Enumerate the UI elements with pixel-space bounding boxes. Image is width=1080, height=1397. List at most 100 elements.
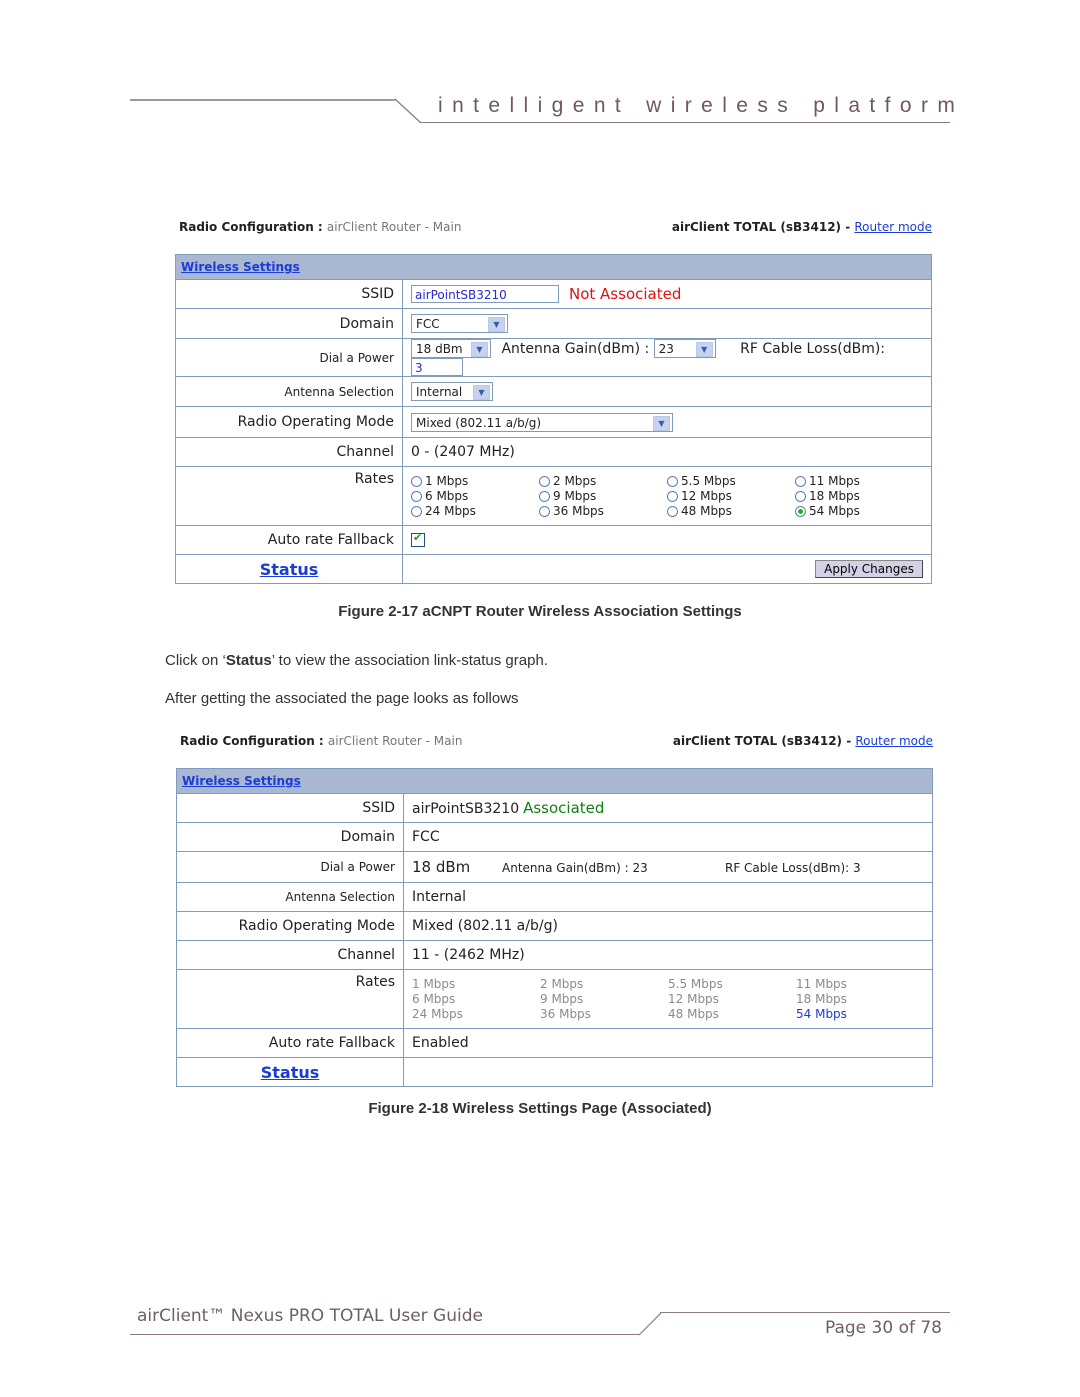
- wireless-settings-link[interactable]: Wireless Settings: [181, 260, 300, 274]
- status-link[interactable]: Status: [260, 560, 319, 579]
- header-word: wireless: [646, 94, 798, 117]
- power-select[interactable]: 18 dBm ▼: [411, 339, 491, 358]
- wireless-settings-link[interactable]: Wireless Settings: [182, 774, 301, 788]
- antenna-select[interactable]: Internal ▼: [411, 382, 493, 401]
- rate-label: 24 Mbps: [425, 504, 476, 518]
- figure-caption: Figure 2-17 aCNPT Router Wireless Associ…: [338, 603, 742, 620]
- rate-label: 9 Mbps: [553, 489, 597, 503]
- channel-label: Channel: [176, 940, 404, 970]
- antenna-label: Antenna Selection: [175, 376, 403, 407]
- ssid-input[interactable]: airPointSB3210: [411, 285, 559, 303]
- device-info: airClient TOTAL (sB3412) - Router mode: [673, 734, 933, 748]
- mode-value: Mixed (802.11 a/b/g): [416, 415, 542, 430]
- rate-label: 5.5 Mbps: [668, 977, 723, 991]
- mode-label: Radio Operating Mode: [175, 406, 403, 438]
- rate-option[interactable]: 6 Mbps: [411, 489, 539, 503]
- rate-label: 54 Mbps: [809, 504, 860, 518]
- chevron-down-icon: ▼: [488, 317, 505, 332]
- rate-option: 1 Mbps: [412, 977, 540, 991]
- domain-value: FCC: [403, 822, 933, 852]
- antenna-gain-select[interactable]: 23 ▼: [653, 339, 716, 358]
- radio-icon[interactable]: [667, 490, 678, 502]
- rate-label: 18 Mbps: [809, 489, 860, 503]
- footer-rule-left: [130, 1334, 640, 1335]
- rate-option[interactable]: 36 Mbps: [539, 504, 667, 518]
- fallback-label: Auto rate Fallback: [176, 1028, 404, 1058]
- figure-2-18-screenshot: Radio Configuration : airClient Router -…: [176, 730, 933, 1087]
- rate-option: 9 Mbps: [540, 992, 668, 1006]
- rate-option[interactable]: 5.5 Mbps: [667, 474, 795, 488]
- rate-label: 12 Mbps: [681, 489, 732, 503]
- radio-icon[interactable]: [539, 475, 550, 487]
- rates-label: Rates: [175, 466, 403, 526]
- radio-icon[interactable]: [539, 505, 550, 517]
- body-paragraph: After getting the associated the page lo…: [165, 690, 519, 707]
- header-word: platform: [813, 94, 965, 117]
- rate-option[interactable]: 18 Mbps: [795, 489, 923, 503]
- rate-label: 6 Mbps: [425, 489, 469, 503]
- rate-option[interactable]: 48 Mbps: [667, 504, 795, 518]
- config-topbar: Radio Configuration : airClient Router -…: [175, 216, 932, 254]
- apply-changes-button[interactable]: Apply Changes: [815, 560, 923, 578]
- rate-option[interactable]: 1 Mbps: [411, 474, 539, 488]
- antenna-value: Internal: [416, 385, 463, 399]
- radio-icon[interactable]: [411, 475, 422, 487]
- status-link[interactable]: Status: [261, 1063, 320, 1082]
- rate-option[interactable]: 11 Mbps: [795, 474, 923, 488]
- router-mode-link[interactable]: Router mode: [855, 734, 933, 748]
- fallback-label: Auto rate Fallback: [175, 525, 403, 555]
- rates-label: Rates: [176, 969, 404, 1029]
- ssid-value: airPointSB3210: [412, 801, 520, 817]
- paragraph-text: ’ to view the association link-status gr…: [271, 652, 548, 669]
- rate-option[interactable]: 9 Mbps: [539, 489, 667, 503]
- rate-option: 54 Mbps: [796, 1007, 924, 1021]
- rate-option: 2 Mbps: [540, 977, 668, 991]
- cable-loss-input[interactable]: 3: [411, 358, 463, 376]
- breadcrumb-page: airClient Router - Main: [327, 734, 463, 748]
- rates-radio-group: 1 Mbps 2 Mbps 5.5 Mbps 11 Mbps 6 Mbps 9 Mbps 1…: [411, 470, 923, 522]
- rate-option[interactable]: 12 Mbps: [667, 489, 795, 503]
- rate-label: 11 Mbps: [809, 474, 860, 488]
- domain-select[interactable]: FCC ▼: [411, 314, 508, 333]
- rate-option: 48 Mbps: [668, 1007, 796, 1021]
- breadcrumb-separator: :: [314, 734, 328, 748]
- rate-option[interactable]: 54 Mbps: [795, 504, 923, 518]
- rate-option[interactable]: 2 Mbps: [539, 474, 667, 488]
- rate-label: 2 Mbps: [540, 977, 584, 991]
- antenna-value: Internal: [403, 882, 933, 912]
- radio-icon[interactable]: [667, 475, 678, 487]
- footer-rule-right: [660, 1312, 950, 1313]
- mode-label: Radio Operating Mode: [176, 911, 404, 941]
- rate-label: 18 Mbps: [796, 992, 847, 1006]
- antenna-gain-value: Antenna Gain(dBm) : 23: [502, 861, 648, 875]
- radio-icon[interactable]: [667, 505, 678, 517]
- radio-icon[interactable]: [411, 505, 422, 517]
- breadcrumb-page: airClient Router - Main: [326, 220, 462, 234]
- mode-select[interactable]: Mixed (802.11 a/b/g) ▼: [411, 412, 673, 432]
- rate-option: 12 Mbps: [668, 992, 796, 1006]
- wireless-settings-table: Wireless Settings SSID airPointSB3210 Not…: [175, 254, 932, 584]
- radio-icon[interactable]: [795, 475, 806, 487]
- ssid-label: SSID: [176, 793, 404, 823]
- rate-label: 36 Mbps: [553, 504, 604, 518]
- header-rule-slant: [394, 98, 422, 124]
- radio-selected-icon[interactable]: [795, 505, 806, 517]
- radio-icon[interactable]: [539, 490, 550, 502]
- router-mode-link[interactable]: Router mode: [854, 220, 932, 234]
- breadcrumb-section: Radio Configuration: [179, 220, 314, 234]
- rate-label: 1 Mbps: [425, 474, 469, 488]
- cable-loss-value: RF Cable Loss(dBm): 3: [725, 861, 861, 875]
- rate-option[interactable]: 24 Mbps: [411, 504, 539, 518]
- fallback-checkbox[interactable]: [411, 531, 425, 547]
- breadcrumb-section: Radio Configuration: [180, 734, 315, 748]
- header-rule-left: [130, 99, 395, 101]
- rate-label: 9 Mbps: [540, 992, 584, 1006]
- radio-icon[interactable]: [795, 490, 806, 502]
- radio-icon[interactable]: [411, 490, 422, 502]
- config-topbar: Radio Configuration : airClient Router -…: [176, 730, 933, 768]
- rate-option: 6 Mbps: [412, 992, 540, 1006]
- breadcrumb-separator: :: [313, 220, 327, 234]
- ssid-label: SSID: [175, 279, 403, 309]
- wireless-settings-table: Wireless Settings SSID airPointSB3210 Ass…: [176, 768, 933, 1087]
- body-paragraph: Click on ‘Status’ to view the associatio…: [165, 652, 548, 669]
